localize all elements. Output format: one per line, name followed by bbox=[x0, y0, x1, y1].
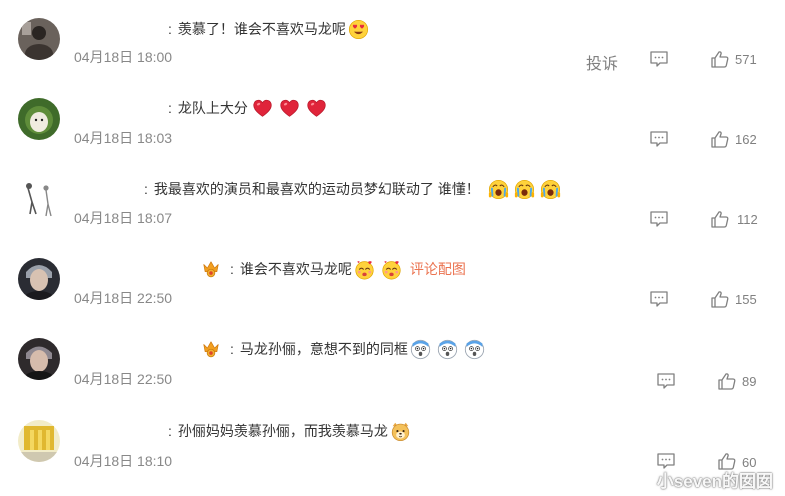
dog-face-icon bbox=[390, 421, 411, 442]
like-icon[interactable] bbox=[710, 130, 730, 148]
comment-time: 04月18日 18:10 bbox=[74, 453, 173, 469]
comment-time: 04月18日 22:50 bbox=[74, 371, 173, 387]
red-heart-icon bbox=[279, 98, 300, 119]
love-face-icon bbox=[381, 259, 402, 280]
comment-item: : 马龙孙俪，意想不到的同框 04月18日 22:50 89 bbox=[0, 320, 785, 400]
like-count: 155 bbox=[735, 292, 757, 307]
medal-icon bbox=[202, 260, 220, 278]
report-button[interactable]: 投诉 bbox=[586, 50, 618, 74]
like-icon[interactable] bbox=[710, 210, 730, 228]
comment-item: : 龙队上大分 04月18日 18:03 162 bbox=[0, 80, 785, 160]
avatar[interactable] bbox=[18, 420, 60, 462]
shocked-face-icon bbox=[464, 339, 485, 360]
red-heart-icon bbox=[252, 98, 273, 119]
shocked-face-icon bbox=[410, 339, 431, 360]
comment-item: : 羡慕了！谁会不喜欢马龙呢 04月18日 18:00 投诉 571 bbox=[0, 0, 785, 80]
comment-text: 我最喜欢的演员和最喜欢的运动员梦幻联动了 谁懂！ bbox=[153, 181, 480, 197]
scream-face-icon bbox=[514, 179, 535, 200]
reply-icon[interactable] bbox=[649, 130, 669, 148]
comment-text: 孙俪妈妈羡慕孙俪，而我羡慕马龙 bbox=[177, 423, 388, 439]
comment-text: 谁会不喜欢马龙呢 bbox=[239, 261, 352, 277]
comment-text: 龙队上大分 bbox=[177, 100, 248, 116]
like-icon[interactable] bbox=[717, 372, 737, 390]
scream-face-icon bbox=[540, 179, 561, 200]
medal-icon bbox=[202, 340, 220, 358]
comment-content: : 谁会不喜欢马龙呢 评论配图 bbox=[202, 258, 466, 280]
comment-text: 羡慕了！谁会不喜欢马龙呢 bbox=[177, 21, 346, 37]
reply-icon[interactable] bbox=[649, 210, 669, 228]
like-icon[interactable] bbox=[710, 50, 730, 68]
comment-item: : 我最喜欢的演员和最喜欢的运动员梦幻联动了 谁懂！ 04月18日 18:07 … bbox=[0, 160, 785, 240]
comment-item: : 谁会不喜欢马龙呢 评论配图 04月18日 22:50 155 bbox=[0, 240, 785, 320]
comment-image-link[interactable]: 评论配图 bbox=[410, 259, 466, 279]
like-count: 89 bbox=[742, 374, 757, 389]
reply-icon[interactable] bbox=[656, 372, 676, 390]
comment-time: 04月18日 18:07 bbox=[74, 210, 173, 226]
heart-eyes-face-icon bbox=[348, 19, 369, 40]
avatar[interactable] bbox=[18, 98, 60, 140]
reply-icon[interactable] bbox=[649, 50, 669, 68]
like-count: 112 bbox=[737, 212, 758, 227]
like-icon[interactable] bbox=[710, 290, 730, 308]
scream-face-icon bbox=[488, 179, 509, 200]
love-face-icon bbox=[354, 259, 375, 280]
comment-content: : 我最喜欢的演员和最喜欢的运动员梦幻联动了 谁懂！ bbox=[144, 178, 561, 200]
comment-time: 04月18日 18:03 bbox=[74, 130, 173, 146]
avatar[interactable] bbox=[18, 258, 60, 300]
red-heart-icon bbox=[306, 98, 327, 119]
avatar[interactable] bbox=[18, 18, 60, 60]
comment-content: : 孙俪妈妈羡慕孙俪，而我羡慕马龙 bbox=[168, 420, 411, 442]
comment-content: : 龙队上大分 bbox=[168, 97, 327, 119]
comment-content: : 马龙孙俪，意想不到的同框 bbox=[202, 338, 485, 360]
like-count: 162 bbox=[735, 132, 757, 147]
avatar[interactable] bbox=[18, 338, 60, 380]
comment-text: 马龙孙俪，意想不到的同框 bbox=[239, 341, 408, 357]
comment-content: : 羡慕了！谁会不喜欢马龙呢 bbox=[168, 18, 369, 40]
comment-time: 04月18日 18:00 bbox=[74, 49, 173, 65]
like-count: 571 bbox=[735, 52, 757, 67]
shocked-face-icon bbox=[437, 339, 458, 360]
reply-icon[interactable] bbox=[649, 290, 669, 308]
comment-time: 04月18日 22:50 bbox=[74, 290, 173, 306]
watermark: 小seven的囡囡 bbox=[656, 472, 773, 491]
avatar[interactable] bbox=[18, 178, 60, 220]
